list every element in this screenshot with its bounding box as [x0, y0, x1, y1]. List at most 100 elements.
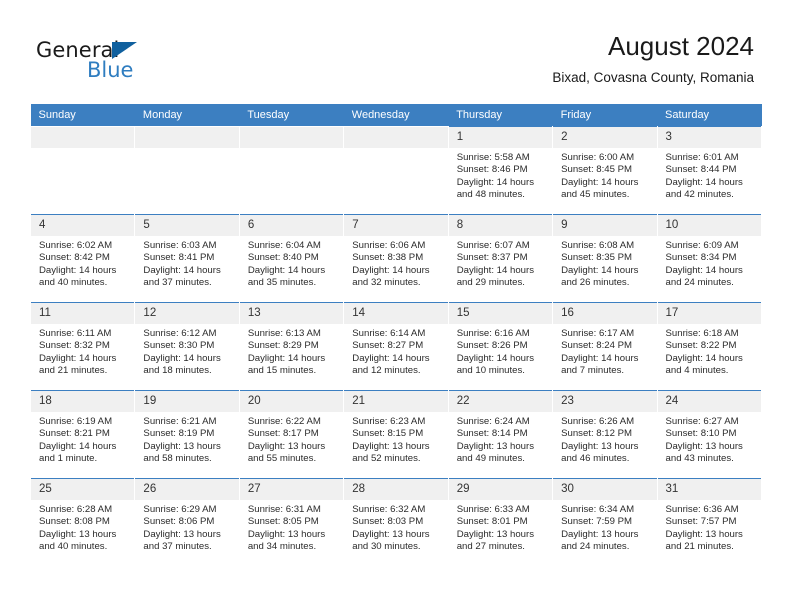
day-cell[interactable]: 13 Sunrise: 6:13 AM Sunset: 8:29 PM Dayl…	[238, 302, 345, 391]
day-cell[interactable]: 28 Sunrise: 6:32 AM Sunset: 8:03 PM Dayl…	[343, 478, 449, 567]
day-info: Sunrise: 6:24 AM Sunset: 8:14 PM Dayligh…	[449, 412, 552, 466]
day-number: 3	[657, 127, 761, 148]
day-cell[interactable]: 29 Sunrise: 6:33 AM Sunset: 8:01 PM Dayl…	[447, 478, 554, 567]
day-cell[interactable]: 19 Sunrise: 6:21 AM Sunset: 8:19 PM Dayl…	[134, 390, 240, 479]
day-cell[interactable]: 8 Sunrise: 6:07 AM Sunset: 8:37 PM Dayli…	[447, 214, 554, 303]
weekday-header-thursday: Thursday	[448, 104, 553, 127]
day-cell[interactable]: 16 Sunrise: 6:17 AM Sunset: 8:24 PM Dayl…	[552, 302, 658, 391]
sunrise-text: Sunrise: 6:34 AM	[561, 504, 635, 515]
day-cell[interactable]: 25 Sunrise: 6:28 AM Sunset: 8:08 PM Dayl…	[29, 478, 136, 567]
day-number: 29	[448, 479, 553, 500]
day-cell[interactable]: 1 Sunrise: 5:58 AM Sunset: 8:46 PM Dayli…	[447, 126, 554, 215]
day-cell[interactable]: 11 Sunrise: 6:11 AM Sunset: 8:32 PM Dayl…	[29, 302, 136, 391]
day-cell[interactable]: 17 Sunrise: 6:18 AM Sunset: 8:22 PM Dayl…	[656, 302, 763, 391]
daylight-text: Daylight: 14 hours and 1 minute.	[39, 440, 117, 465]
sunrise-text: Sunrise: 6:36 AM	[665, 504, 739, 515]
day-cell[interactable]: 9 Sunrise: 6:08 AM Sunset: 8:35 PM Dayli…	[552, 214, 658, 303]
day-cell[interactable]: 23 Sunrise: 6:26 AM Sunset: 8:12 PM Dayl…	[552, 390, 658, 479]
daylight-text: Daylight: 14 hours and 4 minutes.	[665, 352, 743, 377]
day-cell[interactable]: 15 Sunrise: 6:16 AM Sunset: 8:26 PM Dayl…	[447, 302, 554, 391]
day-cell[interactable]: 24 Sunrise: 6:27 AM Sunset: 8:10 PM Dayl…	[656, 390, 763, 479]
sunset-text: Sunset: 7:59 PM	[561, 516, 633, 528]
sunset-text: Sunset: 8:45 PM	[561, 164, 633, 176]
day-cell[interactable]: 22 Sunrise: 6:24 AM Sunset: 8:14 PM Dayl…	[447, 390, 554, 479]
day-cell[interactable]: 26 Sunrise: 6:29 AM Sunset: 8:06 PM Dayl…	[134, 478, 240, 567]
sunrise-text: Sunrise: 6:31 AM	[247, 504, 321, 515]
day-cell[interactable]: 6 Sunrise: 6:04 AM Sunset: 8:40 PM Dayli…	[238, 214, 345, 303]
day-number	[31, 127, 135, 148]
day-info: Sunrise: 6:28 AM Sunset: 8:08 PM Dayligh…	[31, 500, 134, 554]
daylight-text: Daylight: 14 hours and 7 minutes.	[561, 352, 639, 377]
sunrise-text: Sunrise: 6:16 AM	[456, 328, 530, 339]
daylight-text: Daylight: 14 hours and 29 minutes.	[456, 264, 535, 289]
day-number	[239, 127, 344, 148]
sunset-text: Sunset: 8:41 PM	[143, 252, 215, 264]
day-number: 22	[448, 391, 553, 412]
calendar-body: 1 Sunrise: 5:58 AM Sunset: 8:46 PM Dayli…	[29, 126, 763, 567]
calendar-page: General Blue August 2024 Bixad, Covasna …	[0, 0, 792, 612]
day-cell[interactable]: 3 Sunrise: 6:01 AM Sunset: 8:44 PM Dayli…	[656, 126, 763, 215]
day-cell[interactable]: 21 Sunrise: 6:23 AM Sunset: 8:15 PM Dayl…	[343, 390, 449, 479]
daylight-text: Daylight: 14 hours and 15 minutes.	[247, 352, 326, 377]
page-subtitle: Bixad, Covasna County, Romania	[552, 70, 754, 85]
daylight-text: Daylight: 14 hours and 12 minutes.	[352, 352, 430, 377]
sunset-text: Sunset: 8:19 PM	[143, 428, 215, 440]
day-cell[interactable]: 31 Sunrise: 6:36 AM Sunset: 7:57 PM Dayl…	[656, 478, 763, 567]
day-info: Sunrise: 6:33 AM Sunset: 8:01 PM Dayligh…	[449, 500, 552, 554]
day-info: Sunrise: 6:18 AM Sunset: 8:22 PM Dayligh…	[658, 324, 761, 378]
day-number: 16	[553, 303, 657, 324]
triangle-logo-icon	[112, 42, 137, 59]
sunset-text: Sunset: 8:35 PM	[561, 252, 633, 264]
sunrise-text: Sunrise: 6:11 AM	[39, 328, 112, 339]
sunrise-text: Sunrise: 6:23 AM	[352, 416, 426, 427]
day-number: 5	[135, 215, 239, 236]
day-cell[interactable]: 12 Sunrise: 6:12 AM Sunset: 8:30 PM Dayl…	[134, 302, 240, 391]
day-number: 17	[657, 303, 761, 324]
day-info: Sunrise: 6:03 AM Sunset: 8:41 PM Dayligh…	[135, 236, 238, 290]
day-info: Sunrise: 6:32 AM Sunset: 8:03 PM Dayligh…	[344, 500, 447, 554]
daylight-text: Daylight: 14 hours and 24 minutes.	[665, 264, 743, 289]
brand-logo[interactable]: General Blue	[36, 38, 236, 86]
day-number: 15	[448, 303, 553, 324]
sunset-text: Sunset: 8:24 PM	[561, 340, 633, 352]
day-info: Sunrise: 6:13 AM Sunset: 8:29 PM Dayligh…	[240, 324, 343, 378]
daylight-text: Daylight: 13 hours and 30 minutes.	[352, 528, 430, 553]
day-cell[interactable]: 27 Sunrise: 6:31 AM Sunset: 8:05 PM Dayl…	[238, 478, 345, 567]
sunrise-text: Sunrise: 6:01 AM	[665, 152, 739, 163]
sunset-text: Sunset: 8:21 PM	[39, 428, 110, 440]
day-number: 18	[31, 391, 135, 412]
sunrise-text: Sunrise: 6:02 AM	[39, 240, 113, 251]
sunrise-text: Sunrise: 6:21 AM	[143, 416, 217, 427]
day-number	[344, 127, 448, 148]
day-cell[interactable]: 10 Sunrise: 6:09 AM Sunset: 8:34 PM Dayl…	[656, 214, 763, 303]
daylight-text: Daylight: 14 hours and 26 minutes.	[561, 264, 639, 289]
day-number: 21	[344, 391, 448, 412]
sunrise-text: Sunrise: 6:28 AM	[39, 504, 113, 515]
day-cell[interactable]: 20 Sunrise: 6:22 AM Sunset: 8:17 PM Dayl…	[238, 390, 345, 479]
sunrise-text: Sunrise: 6:22 AM	[247, 416, 321, 427]
day-cell[interactable]: 30 Sunrise: 6:34 AM Sunset: 7:59 PM Dayl…	[552, 478, 658, 567]
day-cell[interactable]: 2 Sunrise: 6:00 AM Sunset: 8:45 PM Dayli…	[552, 126, 658, 215]
sunset-text: Sunset: 8:22 PM	[665, 340, 737, 352]
day-info: Sunrise: 6:08 AM Sunset: 8:35 PM Dayligh…	[553, 236, 656, 290]
sunrise-text: Sunrise: 6:24 AM	[456, 416, 530, 427]
day-cell[interactable]: 7 Sunrise: 6:06 AM Sunset: 8:38 PM Dayli…	[343, 214, 449, 303]
daylight-text: Daylight: 13 hours and 37 minutes.	[143, 528, 221, 553]
sunrise-text: Sunrise: 6:33 AM	[456, 504, 530, 515]
day-info: Sunrise: 6:19 AM Sunset: 8:21 PM Dayligh…	[31, 412, 134, 466]
weekday-header-monday: Monday	[134, 104, 240, 127]
daylight-text: Daylight: 13 hours and 24 minutes.	[561, 528, 639, 553]
day-cell[interactable]: 18 Sunrise: 6:19 AM Sunset: 8:21 PM Dayl…	[29, 390, 136, 479]
day-number: 19	[135, 391, 239, 412]
day-cell[interactable]: 5 Sunrise: 6:03 AM Sunset: 8:41 PM Dayli…	[134, 214, 240, 303]
sunset-text: Sunset: 8:46 PM	[456, 164, 528, 176]
sunrise-text: Sunrise: 6:29 AM	[143, 504, 217, 515]
daylight-text: Daylight: 14 hours and 10 minutes.	[456, 352, 535, 377]
day-info: Sunrise: 6:22 AM Sunset: 8:17 PM Dayligh…	[240, 412, 343, 466]
sunrise-text: Sunrise: 6:19 AM	[39, 416, 113, 427]
day-info: Sunrise: 6:12 AM Sunset: 8:30 PM Dayligh…	[135, 324, 238, 378]
day-cell[interactable]: 4 Sunrise: 6:02 AM Sunset: 8:42 PM Dayli…	[29, 214, 136, 303]
sunrise-text: Sunrise: 6:17 AM	[561, 328, 635, 339]
day-cell[interactable]: 14 Sunrise: 6:14 AM Sunset: 8:27 PM Dayl…	[343, 302, 449, 391]
day-number: 11	[31, 303, 135, 324]
